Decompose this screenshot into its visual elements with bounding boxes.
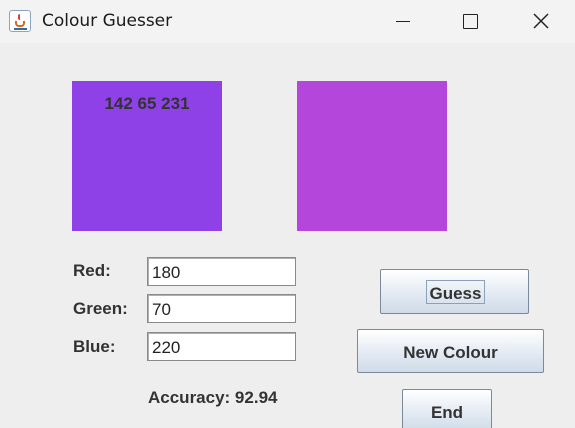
blue-label: Blue: — [73, 337, 116, 356]
guess-button-label: Guess — [426, 280, 485, 304]
title-bar[interactable]: Colour Guesser — [0, 0, 575, 43]
green-label: Green: — [73, 299, 128, 318]
blue-input[interactable]: 220 — [147, 332, 296, 361]
red-input[interactable]: 180 — [147, 257, 296, 286]
green-input[interactable]: 70 — [147, 294, 296, 323]
maximize-button[interactable] — [447, 0, 493, 43]
window-title: Colour Guesser — [42, 11, 173, 31]
java-cup-icon — [9, 10, 31, 32]
end-button[interactable]: End — [402, 389, 492, 428]
close-icon — [533, 13, 549, 29]
guess-colour-swatch — [297, 81, 447, 231]
new-colour-button[interactable]: New Colour — [357, 329, 544, 373]
guess-button[interactable]: Guess — [380, 269, 529, 314]
close-button[interactable] — [518, 0, 564, 43]
target-colour-swatch: 142 65 231 — [72, 81, 222, 231]
minimize-button[interactable] — [380, 0, 426, 43]
accuracy-label: Accuracy: 92.94 — [148, 388, 278, 407]
target-rgb-label: 142 65 231 — [104, 94, 190, 113]
red-label: Red: — [73, 261, 111, 280]
